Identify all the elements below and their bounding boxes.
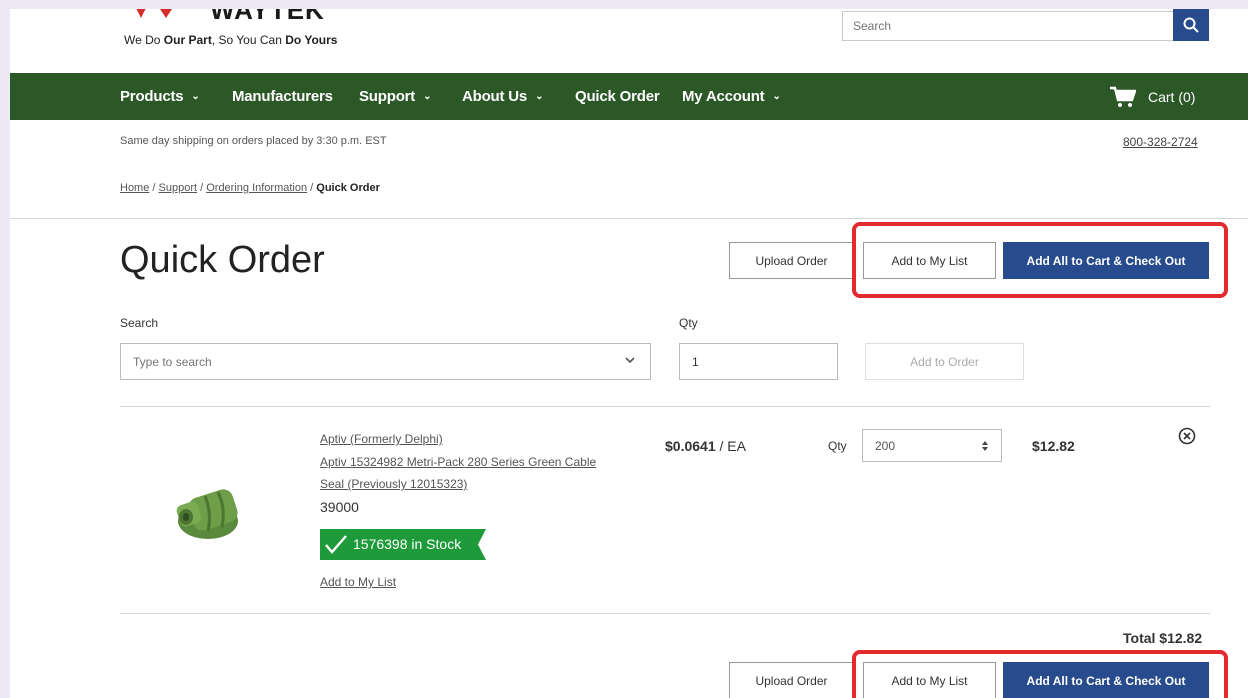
qty-input[interactable] [680, 344, 837, 379]
breadcrumb: Home / Support / Ordering Information / … [120, 182, 380, 194]
chevron-down-icon: ⌄ [772, 91, 781, 102]
phone-link[interactable]: 800-328-2724 [1123, 135, 1198, 149]
product-image [176, 489, 238, 539]
qty-field[interactable] [679, 343, 838, 380]
nav-manufacturers[interactable]: Manufacturers [232, 73, 333, 120]
main-nav: Products ⌄ Manufacturers Support ⌄ About U… [10, 73, 1248, 120]
search-button[interactable] [1173, 9, 1209, 41]
nav-my-account[interactable]: My Account ⌄ [682, 73, 781, 120]
cart-icon [1110, 86, 1136, 107]
site-search-field[interactable] [842, 11, 1176, 41]
add-to-order-button[interactable]: Add to Order [865, 343, 1024, 380]
chevron-down-icon: ⌄ [423, 91, 432, 102]
breadcrumb-ordering-information[interactable]: Ordering Information [206, 182, 307, 194]
page-title: Quick Order [120, 239, 325, 281]
stepper-arrows-icon[interactable] [981, 440, 989, 452]
breadcrumb-current: Quick Order [316, 182, 380, 194]
add-all-checkout-button-bottom[interactable]: Add All to Cart & Check Out [1003, 662, 1209, 698]
order-total: Total $12.82 [1123, 630, 1203, 646]
breadcrumb-support[interactable]: Support [159, 182, 198, 194]
cart-label: Cart (0) [1148, 88, 1196, 105]
divider [120, 406, 1210, 407]
product-search-input[interactable] [121, 344, 650, 379]
stock-text: 1576398 in Stock [353, 536, 462, 552]
unit-price: $0.0641 / EA [665, 438, 746, 454]
product-name-link[interactable]: Aptiv 15324982 Metri-Pack 280 Series Gre… [320, 455, 596, 469]
add-all-checkout-button[interactable]: Add All to Cart & Check Out [1003, 242, 1209, 279]
search-label: Search [120, 316, 159, 330]
product-name-link-cont[interactable]: Seal (Previously 12015323) [320, 477, 467, 491]
add-to-my-list-button[interactable]: Add to My List [863, 242, 996, 279]
remove-item-icon[interactable] [1178, 427, 1196, 445]
upload-order-button[interactable]: Upload Order [729, 242, 854, 279]
tagline: We Do Our Part, So You Can Do Yours [124, 33, 338, 47]
add-to-my-list-button-bottom[interactable]: Add to My List [863, 662, 996, 698]
nav-products[interactable]: Products ⌄ [120, 73, 200, 120]
qty-label: Qty [679, 316, 698, 330]
chevron-down-icon: ⌄ [191, 91, 200, 102]
nav-about-us[interactable]: About Us ⌄ [462, 73, 543, 120]
manufacturer-link[interactable]: Aptiv (Formerly Delphi) [320, 432, 443, 446]
nav-quick-order[interactable]: Quick Order [575, 73, 660, 120]
nav-support[interactable]: Support ⌄ [359, 73, 431, 120]
part-number: 39000 [320, 499, 359, 515]
item-qty-value: 200 [875, 438, 896, 453]
shipping-notice: Same day shipping on orders placed by 3:… [120, 135, 387, 147]
line-total: $12.82 [1032, 438, 1075, 454]
product-search-dropdown[interactable] [120, 343, 651, 380]
divider [10, 218, 1248, 219]
upload-order-button-bottom[interactable]: Upload Order [729, 662, 854, 698]
divider [120, 613, 1210, 614]
chevron-down-icon [625, 357, 635, 364]
logo-icon [136, 9, 172, 18]
item-qty-stepper[interactable]: 200 [862, 429, 1002, 462]
search-icon [1183, 17, 1199, 33]
page: WAYTEK We Do Our Part, So You Can Do You… [10, 9, 1248, 698]
chevron-down-icon: ⌄ [535, 91, 544, 102]
item-add-to-my-list-link[interactable]: Add to My List [320, 575, 396, 589]
item-qty-label: Qty [828, 439, 847, 453]
cart-link[interactable]: Cart (0) [1110, 73, 1195, 120]
breadcrumb-home[interactable]: Home [120, 182, 149, 194]
site-search-input[interactable] [843, 12, 1175, 40]
logo-text: WAYTEK [210, 9, 325, 25]
